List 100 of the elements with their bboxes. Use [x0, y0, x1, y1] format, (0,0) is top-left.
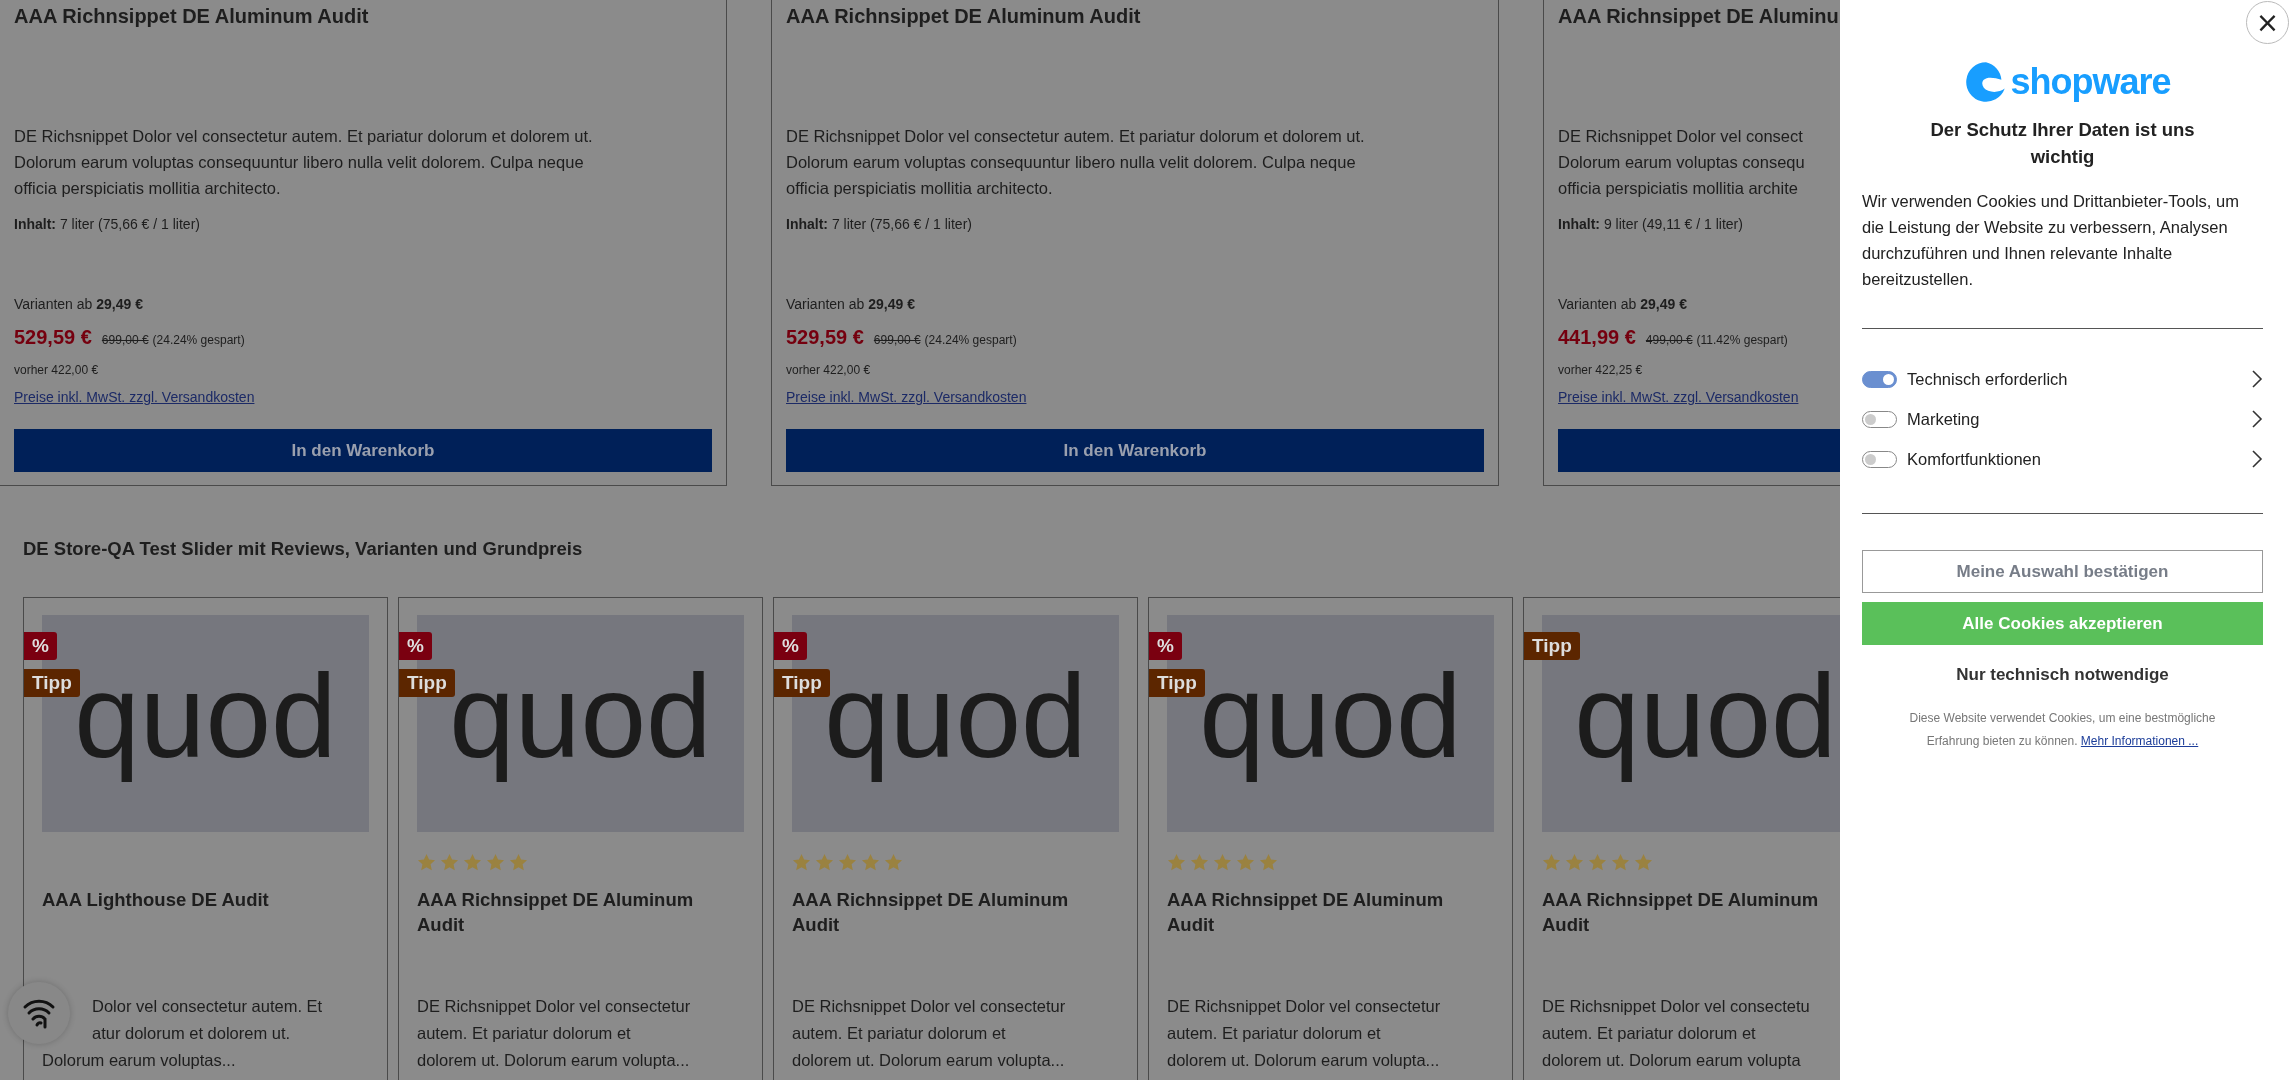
star-icon: [861, 853, 880, 872]
product-description: DE Richsnippet Dolor vel consectetu: [1542, 996, 1811, 1017]
category-label[interactable]: Marketing: [1907, 409, 2241, 429]
variants-price: Varianten ab 29,49 €: [14, 296, 144, 312]
footer-text: Diese Website verwendet Cookies, um eine bestmögliche Erfahrung bieten zu können. Mehr Informationen ...: [1908, 710, 2217, 750]
product-badge: %: [399, 632, 432, 660]
product-badge: Tipp: [774, 669, 830, 697]
star-icon: [1565, 853, 1584, 872]
savings-text: (11.42% gespart): [1696, 333, 1788, 347]
section-heading: DE Store-QA Test Slider mit Reviews, Varianten und Grundpreis: [23, 538, 584, 560]
tax-link[interactable]: Preise inkl. MwSt. zzgl. Versandkosten: [14, 389, 255, 405]
category-label[interactable]: Komfortfunktionen: [1907, 449, 2241, 469]
more-info-link[interactable]: Mehr Informationen ...: [2080, 734, 2199, 748]
star-icon: [440, 853, 459, 872]
star-icon: [1190, 853, 1209, 872]
confirm-selection-button[interactable]: Meine Auswahl bestätigen: [1862, 550, 2263, 593]
product-description: DE Richsnippet Dolor vel consectetur: [1167, 996, 1442, 1017]
essential-only-button[interactable]: Nur technisch notwendige: [1952, 661, 2173, 689]
product-badge: %: [1149, 632, 1182, 660]
product-description: dolorem ut. Dolorum earum volupta...: [792, 1050, 1066, 1071]
star-icon: [1634, 853, 1653, 872]
old-price: 499,00 €: [1645, 333, 1693, 347]
product-description: dolorem ut. Dolorum earum volupta...: [417, 1050, 691, 1071]
product-price: 529,59 €: [786, 326, 864, 349]
content-info: Inhalt: 7 liter (75,66 € / 1 liter): [786, 216, 973, 232]
old-price: 699,00 €: [873, 333, 921, 347]
product-badge: Tipp: [399, 669, 455, 697]
star-icon: [815, 853, 834, 872]
star-icon: [417, 853, 436, 872]
content-info: Inhalt: 7 liter (75,66 € / 1 liter): [14, 216, 201, 232]
product-description: DE Richsnippet Dolor vel consectetur autem. Et pariatur dolorum et dolorem ut.: [786, 126, 1366, 147]
product-description: atur dolorum et dolorem ut.: [91, 1023, 292, 1044]
product-badge: Tipp: [1524, 632, 1580, 660]
close-button[interactable]: ×: [2246, 1, 2289, 44]
content-info: Inhalt: 9 liter (49,11 € / 1 liter): [1558, 216, 1744, 232]
product-description: Dolorum earum voluptas consequuntur libero nulla velit dolorem. Culpa neque: [786, 152, 1357, 173]
panel-text: Wir verwenden Cookies und Drittanbieter-Tools, um die Leistung der Website zu verbessern, Analysen durchzuführen und Ihnen relevante Inhalte bereitzustellen.: [1862, 191, 2240, 290]
chevron-right-icon[interactable]: [2251, 409, 2263, 429]
product-title: AAA Richnsippet DE Aluminum Audit: [1167, 888, 1445, 937]
product-title: AAA Richnsippet DE Aluminum Audit: [1542, 888, 1820, 937]
savings-text: (24.24% gespart): [152, 333, 245, 347]
previous-price: vorher 422,00 €: [786, 363, 872, 377]
product-description: officia perspiciatis mollitia architecto.: [786, 178, 1054, 199]
panel-title: Der Schutz Ihrer Daten ist uns wichtig: [1929, 118, 2196, 169]
star-icon: [1542, 853, 1561, 872]
star-icon: [1588, 853, 1607, 872]
product-description: dolorem ut. Dolorum earum volupta: [1542, 1050, 1802, 1071]
product-description: Dolorum earum voluptas...: [42, 1050, 237, 1071]
variants-price: Varianten ab 29,49 €: [786, 296, 916, 312]
savings-text: (24.24% gespart): [924, 333, 1017, 347]
product-title: AAA Lighthouse DE Audit: [42, 888, 270, 912]
product-title: AAA Richnsippet DE Aluminum Audit: [417, 888, 695, 937]
product-description: DE Richsnippet Dolor vel consectetur autem. Et pariatur dolorum et dolorem ut.: [14, 126, 594, 147]
product-badge: Tipp: [24, 669, 80, 697]
product-description: DE Richsnippet Dolor vel consect: [1558, 126, 1804, 147]
product-description: DE Richsnippet Dolor vel consectetur: [417, 996, 692, 1017]
product-description: autem. Et pariatur dolorum et: [417, 1023, 632, 1044]
product-description: Dolorum earum voluptas consequuntur libero nulla velit dolorem. Culpa neque: [14, 152, 585, 173]
star-icon: [838, 853, 857, 872]
star-icon: [1213, 853, 1232, 872]
product-description: officia perspiciatis mollitia archite: [1558, 178, 1799, 199]
product-title: AAA Richnsippet DE Aluminu: [1558, 4, 1840, 29]
add-to-cart-button[interactable]: In den Warenkorb: [786, 429, 1484, 472]
star-icon: [1611, 853, 1630, 872]
product-price: 441,99 €: [1558, 326, 1636, 349]
star-icon: [1236, 853, 1255, 872]
toggle-switch[interactable]: [1862, 370, 1897, 388]
add-to-cart-button[interactable]: In den Warenkorb: [14, 429, 712, 472]
category-label[interactable]: Technisch erforderlich: [1907, 369, 2241, 389]
variants-price: Varianten ab 29,49 €: [1558, 296, 1688, 312]
product-description: Dolor vel consectetur autem. Et: [91, 996, 324, 1017]
product-description: autem. Et pariatur dolorum et: [1167, 1023, 1382, 1044]
toggle-switch[interactable]: [1862, 450, 1897, 468]
star-icon: [1167, 853, 1186, 872]
product-title: AAA Richnsippet DE Aluminum Audit: [792, 888, 1070, 937]
tax-link[interactable]: Preise inkl. MwSt. zzgl. Versandkosten: [786, 389, 1027, 405]
product-badge: %: [24, 632, 57, 660]
product-description: Dolorum earum voluptas consequ: [1558, 152, 1806, 173]
product-description: officia perspiciatis mollitia architecto.: [14, 178, 282, 199]
logo-text: shopware: [2010, 61, 2171, 103]
product-description: autem. Et pariatur dolorum et: [792, 1023, 1007, 1044]
product-price: 529,59 €: [14, 326, 92, 349]
previous-price: vorher 422,00 €: [14, 363, 100, 377]
product-badge: Tipp: [1149, 669, 1205, 697]
star-icon: [509, 853, 528, 872]
product-description: dolorem ut. Dolorum earum volupta...: [1167, 1050, 1441, 1071]
star-icon: [1259, 853, 1278, 872]
product-badge: %: [774, 632, 807, 660]
star-icon: [463, 853, 482, 872]
toggle-switch[interactable]: [1862, 410, 1897, 428]
star-icon: [792, 853, 811, 872]
product-description: autem. Et pariatur dolorum et: [1542, 1023, 1757, 1044]
old-price: 699,00 €: [101, 333, 149, 347]
accessibility-button[interactable]: [8, 982, 70, 1044]
chevron-right-icon[interactable]: [2251, 449, 2263, 469]
chevron-right-icon[interactable]: [2251, 369, 2263, 389]
product-title: AAA Richnsippet DE Aluminum Audit: [14, 4, 370, 29]
tax-link[interactable]: Preise inkl. MwSt. zzgl. Versandkosten: [1558, 389, 1799, 405]
previous-price: vorher 422,25 €: [1558, 363, 1644, 377]
star-icon: [884, 853, 903, 872]
